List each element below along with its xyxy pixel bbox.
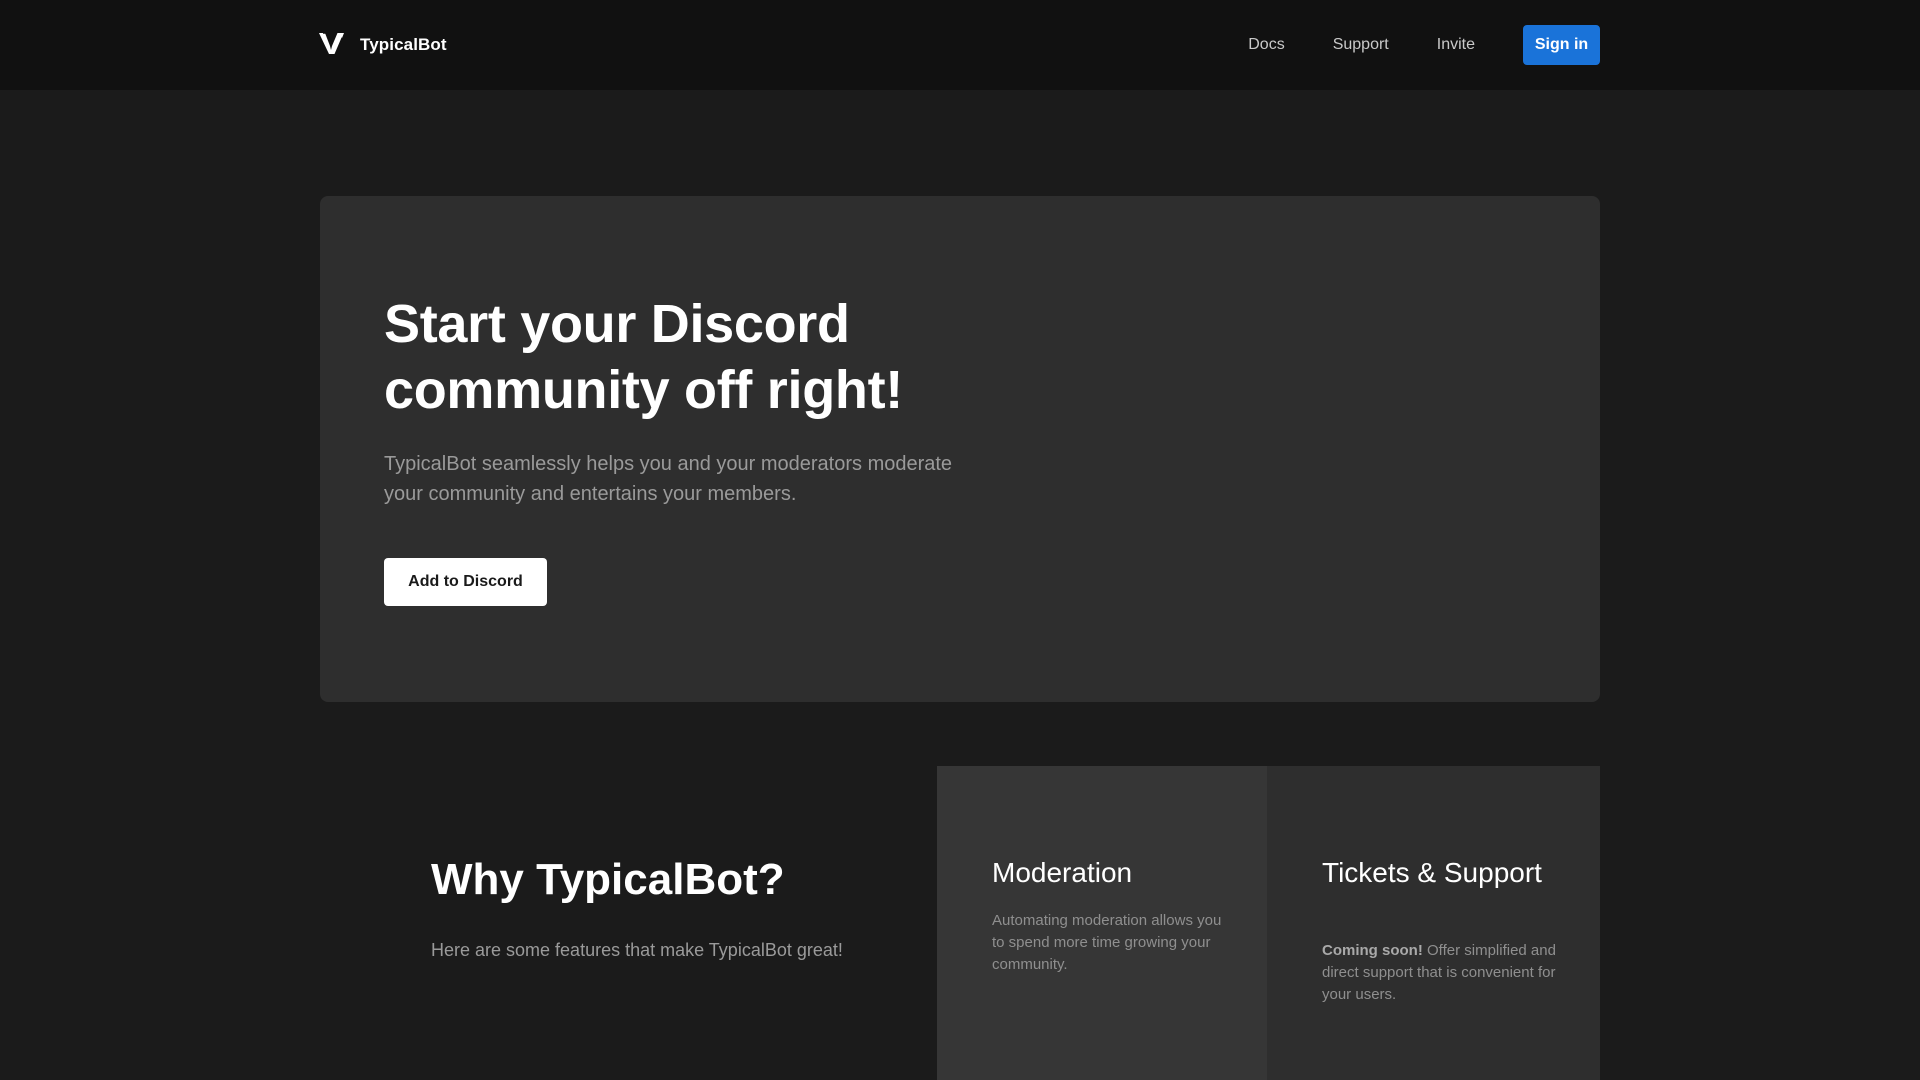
why-description: Here are some features that make Typical…: [431, 940, 843, 960]
why-title: Why TypicalBot?: [431, 855, 785, 904]
brand-name: TypicalBot: [360, 35, 447, 54]
nav-invite-link[interactable]: Invite: [1437, 36, 1475, 54]
brand-home-link[interactable]: TypicalBot: [318, 28, 447, 62]
feature-description: Automating moderation allows you to spen…: [992, 912, 1222, 973]
add-to-discord-button[interactable]: Add to Discord: [384, 558, 547, 606]
typicalbot-logo-icon: [319, 32, 344, 54]
hero-description: TypicalBot seamlessly helps you and your…: [384, 453, 953, 505]
nav-support-link[interactable]: Support: [1333, 36, 1389, 54]
main-nav: Docs Support Invite Sign in: [1248, 25, 1600, 65]
feature-title: Tickets & Support: [1322, 857, 1542, 888]
hero-title: Start your Discord community off right!: [384, 294, 903, 420]
feature-title: Moderation: [992, 857, 1133, 888]
sign-in-button[interactable]: Sign in: [1523, 25, 1600, 65]
hero-section: Start your Discord community off right! …: [320, 196, 1600, 702]
feature-description: Coming soon! Offer simplified and direct…: [1322, 940, 1562, 1006]
feature-card-tickets-support: Tickets & Support Coming soon! Offer sim…: [1267, 766, 1600, 1080]
feature-card-moderation: Moderation Automating moderation allows …: [937, 766, 1267, 1080]
coming-soon-label: Coming soon!: [1322, 942, 1423, 959]
nav-docs-link[interactable]: Docs: [1248, 36, 1284, 54]
site-header: TypicalBot Docs Support Invite Sign in: [0, 0, 1920, 90]
